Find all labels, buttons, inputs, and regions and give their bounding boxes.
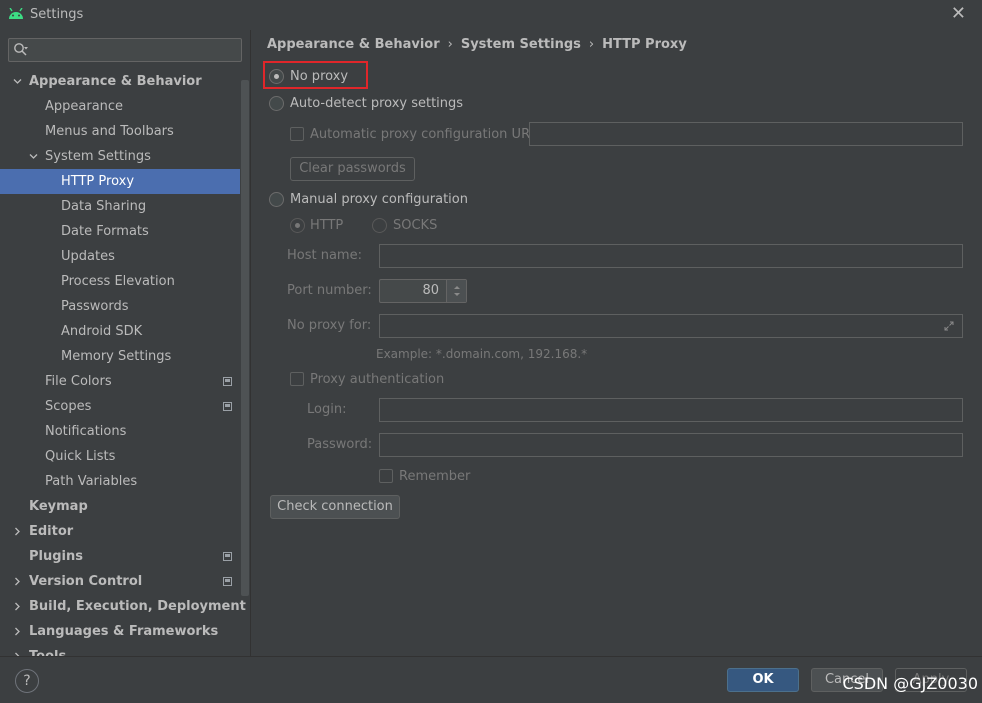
manual-proxy-label[interactable]: Manual proxy configuration <box>290 192 468 207</box>
tree-item-data-sharing[interactable]: Data Sharing <box>0 194 240 219</box>
tree-item-process-elevation[interactable]: Process Elevation <box>0 269 240 294</box>
no-proxy-for-label: No proxy for: <box>287 318 372 333</box>
tree-item-updates[interactable]: Updates <box>0 244 240 269</box>
chevron-right-icon[interactable] <box>13 627 22 636</box>
login-label: Login: <box>307 402 347 417</box>
tree-item-menus-toolbars[interactable]: Menus and Toolbars <box>0 119 240 144</box>
tree-item-keymap[interactable]: Keymap <box>0 494 240 519</box>
auto-config-url-checkbox[interactable] <box>290 127 304 141</box>
no-proxy-radio[interactable] <box>269 69 284 84</box>
tree-item-build-execution-deployment[interactable]: Build, Execution, Deployment <box>0 594 246 619</box>
http-radio[interactable] <box>290 218 305 233</box>
title-bar: Settings ✕ <box>0 0 982 30</box>
chevron-down-icon[interactable] <box>29 152 38 161</box>
proxy-auth-label: Proxy authentication <box>310 372 445 387</box>
socks-label: SOCKS <box>393 218 438 233</box>
chevron-right-icon[interactable] <box>13 527 22 536</box>
android-icon <box>9 8 23 19</box>
breadcrumb-item[interactable]: System Settings <box>461 37 581 52</box>
search-input[interactable] <box>8 38 242 62</box>
settings-tree: Appearance & Behavior Appearance Menus a… <box>0 69 246 656</box>
spinner-arrows[interactable] <box>446 280 466 302</box>
auto-detect-label[interactable]: Auto-detect proxy settings <box>290 96 463 111</box>
http-label: HTTP <box>310 218 344 233</box>
socks-radio[interactable] <box>372 218 387 233</box>
remember-label: Remember <box>399 469 471 484</box>
tree-item-passwords[interactable]: Passwords <box>0 294 240 319</box>
http-proxy-panel: Appearance & Behavior › System Settings › HT… <box>251 30 982 656</box>
tree-item-version-control[interactable]: Version Control <box>0 569 240 594</box>
chevron-right-icon[interactable] <box>13 602 22 611</box>
password-input[interactable] <box>379 433 963 457</box>
dialog-footer: ? OK Cancel Apply CSDN @GJZ0030 <box>0 656 982 703</box>
watermark: CSDN @GJZ0030 <box>842 674 979 693</box>
tree-item-scopes[interactable]: Scopes <box>0 394 240 419</box>
tree-item-android-sdk[interactable]: Android SDK <box>0 319 240 344</box>
tree-item-languages-frameworks[interactable]: Languages & Frameworks <box>0 619 240 644</box>
port-number-label: Port number: <box>287 283 372 298</box>
chevron-down-icon[interactable] <box>13 77 22 86</box>
host-name-input[interactable] <box>379 244 963 268</box>
tree-item-file-colors[interactable]: File Colors <box>0 369 240 394</box>
auto-detect-radio[interactable] <box>269 96 284 111</box>
tree-item-tools[interactable]: Tools <box>0 644 240 656</box>
tree-item-memory-settings[interactable]: Memory Settings <box>0 344 240 369</box>
check-connection-button[interactable]: Check connection <box>270 495 400 519</box>
breadcrumb-item[interactable]: Appearance & Behavior <box>267 37 440 52</box>
tree-item-path-variables[interactable]: Path Variables <box>0 469 240 494</box>
no-proxy-label[interactable]: No proxy <box>290 69 348 84</box>
spinner-arrows-icon <box>454 286 460 296</box>
expand-icon[interactable] <box>944 321 954 331</box>
project-level-icon <box>223 552 232 561</box>
manual-proxy-radio[interactable] <box>269 192 284 207</box>
tree-item-date-formats[interactable]: Date Formats <box>0 219 240 244</box>
help-icon[interactable]: ? <box>15 669 39 693</box>
host-name-label: Host name: <box>287 248 362 263</box>
search-icon <box>14 43 28 56</box>
project-level-icon <box>223 577 232 586</box>
port-number-spinner[interactable]: 80 <box>379 279 467 303</box>
auto-config-url-input[interactable] <box>529 122 963 146</box>
port-number-value: 80 <box>422 283 439 298</box>
proxy-auth-checkbox[interactable] <box>290 372 304 386</box>
tree-item-plugins[interactable]: Plugins <box>0 544 240 569</box>
no-proxy-example: Example: *.domain.com, 192.168.* <box>376 347 588 361</box>
tree-item-system-settings[interactable]: System Settings <box>0 144 240 169</box>
tree-item-editor[interactable]: Editor <box>0 519 240 544</box>
project-level-icon <box>223 402 232 411</box>
login-input[interactable] <box>379 398 963 422</box>
sidebar-scrollbar[interactable] <box>241 80 249 596</box>
ok-button[interactable]: OK <box>727 668 799 692</box>
password-label: Password: <box>307 437 373 452</box>
window-title: Settings <box>30 7 84 22</box>
tree-item-appearance[interactable]: Appearance <box>0 94 240 119</box>
project-level-icon <box>223 377 232 386</box>
breadcrumb-item: HTTP Proxy <box>602 37 687 52</box>
tree-item-http-proxy[interactable]: HTTP Proxy <box>0 169 240 194</box>
remember-checkbox[interactable] <box>379 469 393 483</box>
no-proxy-for-input[interactable] <box>379 314 963 338</box>
tree-item-appearance-behavior[interactable]: Appearance & Behavior <box>0 69 240 94</box>
clear-passwords-button[interactable]: Clear passwords <box>290 157 415 181</box>
breadcrumb: Appearance & Behavior › System Settings › HT… <box>267 37 687 52</box>
auto-config-url-label: Automatic proxy configuration URL: <box>310 127 542 142</box>
settings-sidebar: Appearance & Behavior Appearance Menus a… <box>0 30 250 656</box>
tree-item-notifications[interactable]: Notifications <box>0 419 240 444</box>
chevron-right-icon[interactable] <box>13 577 22 586</box>
tree-item-quick-lists[interactable]: Quick Lists <box>0 444 240 469</box>
close-icon[interactable]: ✕ <box>951 4 966 24</box>
